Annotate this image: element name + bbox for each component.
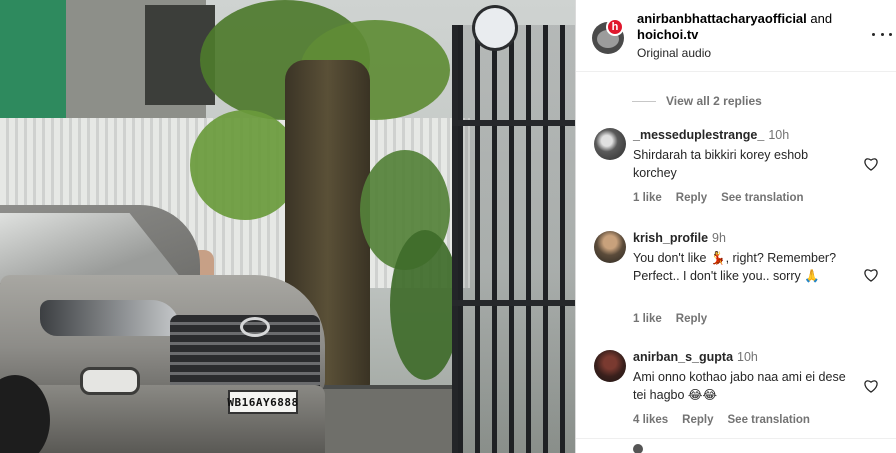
view-replies-button[interactable]: View all 2 replies	[632, 94, 762, 108]
post-header: h anirbanbhattacharyaofficial and hoicho…	[576, 0, 896, 72]
comment-time: 10h	[737, 350, 758, 364]
low-wall	[320, 385, 460, 453]
author-conjunction: and	[810, 11, 833, 26]
see-translation-button[interactable]: See translation	[721, 192, 803, 204]
like-count[interactable]: 4 likes	[633, 414, 668, 426]
comment-text: Shirdarah ta bikkiri korey eshob korchey	[633, 148, 809, 180]
commenter-avatar[interactable]	[594, 350, 626, 382]
commenter-username[interactable]: _messeduplestrange_	[633, 128, 764, 142]
comment-header: anirban_s_gupta 10h	[633, 350, 758, 364]
comment-time: 9h	[712, 231, 726, 245]
pray-emoji: 🙏	[804, 268, 820, 283]
comments-panel: h anirbanbhattacharyaofficial and hoicho…	[575, 0, 896, 453]
comment-text: You don't like 💃, right? Remember? Perfe…	[633, 249, 853, 285]
comment-text-part: Ami onno kothao jabo naa ami ei dese tei…	[633, 370, 846, 402]
comment-time: 10h	[768, 128, 790, 142]
dancer-emoji: 💃	[709, 250, 726, 265]
commenter-avatar	[633, 444, 643, 453]
car-headlight	[40, 300, 180, 336]
comment-text: Ami onno kothao jabo naa ami ei dese tei…	[633, 368, 853, 404]
like-count[interactable]: 1 like	[633, 192, 662, 204]
car-emblem	[240, 317, 270, 337]
tree-foliage	[190, 110, 300, 220]
comment-actions: 1 like Reply See translation	[633, 192, 804, 204]
divider	[632, 100, 656, 102]
reply-button[interactable]: Reply	[676, 313, 707, 325]
gate-rail	[452, 120, 575, 126]
see-translation-button[interactable]: See translation	[728, 414, 810, 426]
comment-text-part: You don't like	[633, 251, 710, 265]
collaborator-username[interactable]: hoichoi.tv	[637, 27, 698, 42]
iron-gate	[452, 25, 575, 453]
license-plate: WB16AY6888	[227, 390, 298, 414]
reply-button[interactable]: Reply	[682, 414, 713, 426]
author-username[interactable]: anirbanbhattacharyaofficial	[637, 11, 807, 26]
view-replies-label: View all 2 replies	[666, 94, 762, 108]
commenter-username[interactable]: krish_profile	[633, 231, 708, 245]
like-count[interactable]: 1 like	[633, 313, 662, 325]
collaborator-badge: h	[606, 18, 624, 36]
commenter-username[interactable]: anirban_s_gupta	[633, 350, 733, 364]
comment-actions: 1 like Reply	[633, 313, 707, 325]
comment-header: krish_profile 9h	[633, 231, 726, 245]
audio-link[interactable]: Original audio	[637, 46, 711, 60]
commenter-avatar[interactable]	[594, 231, 626, 263]
plant	[390, 230, 460, 380]
street-lamp	[475, 8, 515, 48]
reply-button[interactable]: Reply	[676, 192, 707, 204]
car-foglight	[80, 367, 140, 395]
next-comment-peek	[576, 438, 896, 453]
more-options-icon[interactable]	[872, 28, 892, 40]
commenter-avatar[interactable]	[594, 128, 626, 160]
comment-header: _messeduplestrange_ 10h	[633, 128, 789, 142]
author-line: anirbanbhattacharyaofficial and hoichoi.…	[637, 11, 847, 43]
heart-icon[interactable]	[863, 268, 879, 282]
reel-video[interactable]: WB16AY6888	[0, 0, 575, 453]
laughing-emoji: 😂😂	[687, 387, 718, 402]
gate-rail	[452, 300, 575, 306]
heart-icon[interactable]	[863, 157, 879, 171]
heart-icon[interactable]	[863, 379, 879, 393]
comment-actions: 4 likes Reply See translation	[633, 414, 810, 426]
silver-car: WB16AY6888	[0, 205, 330, 453]
